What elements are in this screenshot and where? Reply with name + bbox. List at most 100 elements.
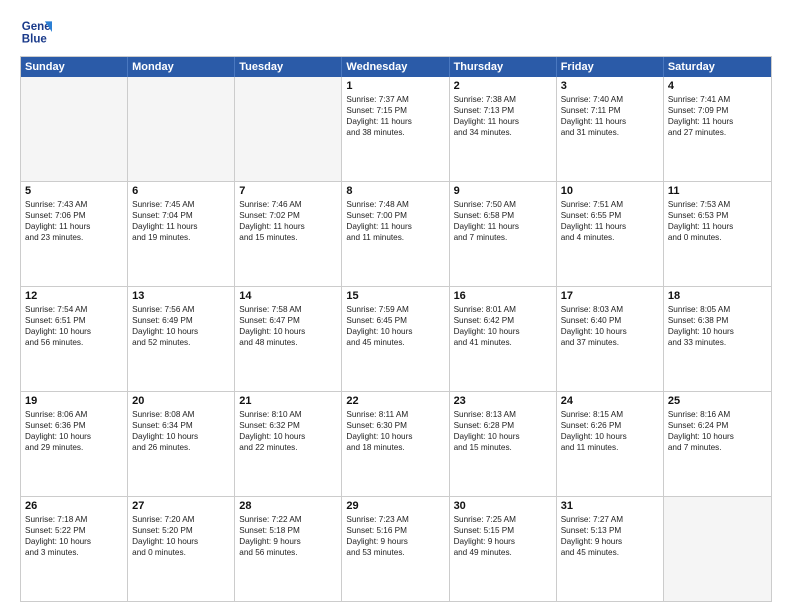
day-cell-1: 1 Sunrise: 7:37 AMSunset: 7:15 PMDaylight… (342, 77, 449, 181)
calendar-row-3: 12Sunrise: 7:54 AMSunset: 6:51 PMDayligh… (21, 286, 771, 391)
day-number: 8 (346, 185, 444, 197)
day-number: 23 (454, 395, 552, 407)
header-day-saturday: Saturday (664, 57, 771, 77)
day-number: 14 (239, 290, 337, 302)
day-cell-8: 8 Sunrise: 7:48 AMSunset: 7:00 PMDaylight… (342, 182, 449, 286)
header-day-monday: Monday (128, 57, 235, 77)
calendar-header: SundayMondayTuesdayWednesdayThursdayFrid… (21, 57, 771, 77)
day-number: 29 (346, 500, 444, 512)
day-number: 7 (239, 185, 337, 197)
day-number: 17 (561, 290, 659, 302)
day-cell-7: 7 Sunrise: 7:46 AMSunset: 7:02 PMDaylight… (235, 182, 342, 286)
day-info: Sunrise: 7:59 AMSunset: 6:45 PMDaylight:… (346, 304, 444, 348)
empty-cell (235, 77, 342, 181)
day-info: Sunrise: 8:10 AMSunset: 6:32 PMDaylight:… (239, 409, 337, 453)
day-info: Sunrise: 7:18 AMSunset: 5:22 PMDaylight:… (25, 514, 123, 558)
day-info: Sunrise: 7:43 AMSunset: 7:06 PMDaylight:… (25, 199, 123, 243)
day-info: Sunrise: 7:40 AMSunset: 7:11 PMDaylight:… (561, 94, 659, 138)
day-number: 27 (132, 500, 230, 512)
day-info: Sunrise: 7:56 AMSunset: 6:49 PMDaylight:… (132, 304, 230, 348)
day-cell-27: 27 Sunrise: 7:20 AMSunset: 5:20 PMDayligh… (128, 497, 235, 601)
day-info: Sunrise: 8:05 AMSunset: 6:38 PMDaylight:… (668, 304, 767, 348)
day-number: 31 (561, 500, 659, 512)
day-cell-20: 20Sunrise: 8:08 AMSunset: 6:34 PMDayligh… (128, 392, 235, 496)
day-info: Sunrise: 7:27 AMSunset: 5:13 PMDaylight:… (561, 514, 659, 558)
day-cell-12: 12Sunrise: 7:54 AMSunset: 6:51 PMDayligh… (21, 287, 128, 391)
header-day-friday: Friday (557, 57, 664, 77)
day-info: Sunrise: 8:08 AMSunset: 6:34 PMDaylight:… (132, 409, 230, 453)
day-number: 25 (668, 395, 767, 407)
day-info: Sunrise: 8:03 AMSunset: 6:40 PMDaylight:… (561, 304, 659, 348)
empty-cell (21, 77, 128, 181)
day-cell-16: 16 Sunrise: 8:01 AMSunset: 6:42 PMDayligh… (450, 287, 557, 391)
day-cell-11: 11Sunrise: 7:53 AMSunset: 6:53 PMDayligh… (664, 182, 771, 286)
header-day-sunday: Sunday (21, 57, 128, 77)
day-cell-31: 31 Sunrise: 7:27 AMSunset: 5:13 PMDayligh… (557, 497, 664, 601)
day-cell-21: 21 Sunrise: 8:10 AMSunset: 6:32 PMDayligh… (235, 392, 342, 496)
empty-cell (664, 497, 771, 601)
day-cell-15: 15Sunrise: 7:59 AMSunset: 6:45 PMDayligh… (342, 287, 449, 391)
day-info: Sunrise: 8:06 AMSunset: 6:36 PMDaylight:… (25, 409, 123, 453)
day-cell-26: 26 Sunrise: 7:18 AMSunset: 5:22 PMDayligh… (21, 497, 128, 601)
day-number: 12 (25, 290, 123, 302)
day-cell-3: 3 Sunrise: 7:40 AMSunset: 7:11 PMDaylight… (557, 77, 664, 181)
day-number: 11 (668, 185, 767, 197)
day-number: 21 (239, 395, 337, 407)
calendar: SundayMondayTuesdayWednesdayThursdayFrid… (20, 56, 772, 602)
calendar-row-5: 26 Sunrise: 7:18 AMSunset: 5:22 PMDayligh… (21, 496, 771, 601)
day-number: 9 (454, 185, 552, 197)
day-number: 10 (561, 185, 659, 197)
day-info: Sunrise: 7:23 AMSunset: 5:16 PMDaylight:… (346, 514, 444, 558)
day-info: Sunrise: 7:25 AMSunset: 5:15 PMDaylight:… (454, 514, 552, 558)
logo: General Blue (20, 16, 52, 48)
day-info: Sunrise: 7:20 AMSunset: 5:20 PMDaylight:… (132, 514, 230, 558)
day-info: Sunrise: 7:51 AMSunset: 6:55 PMDaylight:… (561, 199, 659, 243)
day-cell-2: 2 Sunrise: 7:38 AMSunset: 7:13 PMDaylight… (450, 77, 557, 181)
header-day-wednesday: Wednesday (342, 57, 449, 77)
day-number: 3 (561, 80, 659, 92)
day-number: 2 (454, 80, 552, 92)
day-number: 28 (239, 500, 337, 512)
day-cell-6: 6 Sunrise: 7:45 AMSunset: 7:04 PMDaylight… (128, 182, 235, 286)
day-info: Sunrise: 7:50 AMSunset: 6:58 PMDaylight:… (454, 199, 552, 243)
day-info: Sunrise: 7:45 AMSunset: 7:04 PMDaylight:… (132, 199, 230, 243)
day-number: 30 (454, 500, 552, 512)
day-cell-13: 13 Sunrise: 7:56 AMSunset: 6:49 PMDayligh… (128, 287, 235, 391)
day-number: 18 (668, 290, 767, 302)
day-info: Sunrise: 7:38 AMSunset: 7:13 PMDaylight:… (454, 94, 552, 138)
day-number: 13 (132, 290, 230, 302)
day-info: Sunrise: 8:15 AMSunset: 6:26 PMDaylight:… (561, 409, 659, 453)
day-cell-9: 9 Sunrise: 7:50 AMSunset: 6:58 PMDaylight… (450, 182, 557, 286)
day-info: Sunrise: 8:16 AMSunset: 6:24 PMDaylight:… (668, 409, 767, 453)
day-number: 1 (346, 80, 444, 92)
day-cell-25: 25 Sunrise: 8:16 AMSunset: 6:24 PMDayligh… (664, 392, 771, 496)
header-day-tuesday: Tuesday (235, 57, 342, 77)
day-number: 16 (454, 290, 552, 302)
day-number: 6 (132, 185, 230, 197)
day-info: Sunrise: 7:41 AMSunset: 7:09 PMDaylight:… (668, 94, 767, 138)
logo-icon: General Blue (20, 16, 52, 48)
day-number: 22 (346, 395, 444, 407)
day-cell-23: 23 Sunrise: 8:13 AMSunset: 6:28 PMDayligh… (450, 392, 557, 496)
day-info: Sunrise: 7:58 AMSunset: 6:47 PMDaylight:… (239, 304, 337, 348)
day-cell-4: 4Sunrise: 7:41 AMSunset: 7:09 PMDaylight… (664, 77, 771, 181)
day-info: Sunrise: 8:13 AMSunset: 6:28 PMDaylight:… (454, 409, 552, 453)
empty-cell (128, 77, 235, 181)
day-number: 26 (25, 500, 123, 512)
day-cell-30: 30 Sunrise: 7:25 AMSunset: 5:15 PMDayligh… (450, 497, 557, 601)
day-info: Sunrise: 7:22 AMSunset: 5:18 PMDaylight:… (239, 514, 337, 558)
calendar-row-4: 19 Sunrise: 8:06 AMSunset: 6:36 PMDayligh… (21, 391, 771, 496)
day-cell-14: 14 Sunrise: 7:58 AMSunset: 6:47 PMDayligh… (235, 287, 342, 391)
day-cell-18: 18 Sunrise: 8:05 AMSunset: 6:38 PMDayligh… (664, 287, 771, 391)
day-cell-17: 17 Sunrise: 8:03 AMSunset: 6:40 PMDayligh… (557, 287, 664, 391)
calendar-row-1: 1 Sunrise: 7:37 AMSunset: 7:15 PMDaylight… (21, 77, 771, 181)
day-info: Sunrise: 8:11 AMSunset: 6:30 PMDaylight:… (346, 409, 444, 453)
header-day-thursday: Thursday (450, 57, 557, 77)
day-info: Sunrise: 7:37 AMSunset: 7:15 PMDaylight:… (346, 94, 444, 138)
day-number: 19 (25, 395, 123, 407)
day-info: Sunrise: 7:48 AMSunset: 7:00 PMDaylight:… (346, 199, 444, 243)
day-number: 5 (25, 185, 123, 197)
calendar-body: 1 Sunrise: 7:37 AMSunset: 7:15 PMDaylight… (21, 77, 771, 601)
day-info: Sunrise: 8:01 AMSunset: 6:42 PMDaylight:… (454, 304, 552, 348)
day-info: Sunrise: 7:46 AMSunset: 7:02 PMDaylight:… (239, 199, 337, 243)
